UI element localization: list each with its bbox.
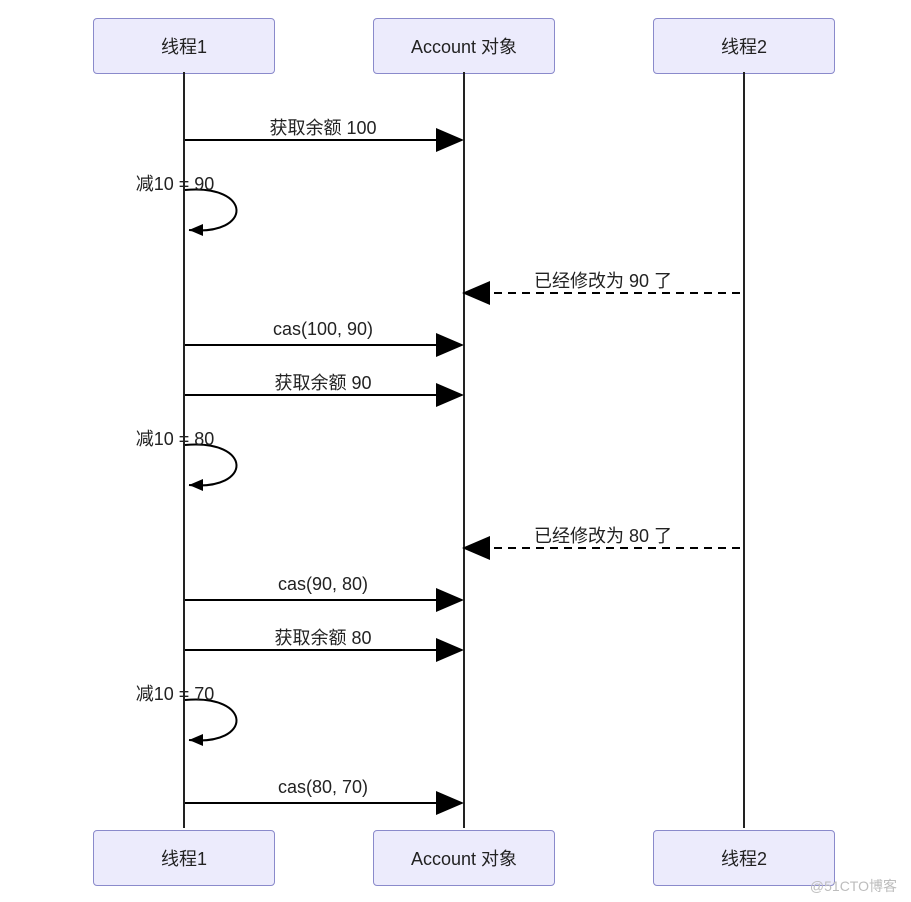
message-label: 获取余额 100 <box>269 114 376 140</box>
message-label: 已经修改为 90 了 <box>534 267 672 293</box>
self-message-label: 减10 = 70 <box>136 680 215 706</box>
watermark-text: @51CTO博客 <box>810 876 897 896</box>
message-label: cas(100, 90) <box>273 319 373 340</box>
message-label: 已经修改为 80 了 <box>534 522 672 548</box>
arrows-layer <box>0 0 911 902</box>
message-label: cas(90, 80) <box>278 574 368 595</box>
self-message-label: 减10 = 90 <box>136 170 215 196</box>
message-label: 获取余额 80 <box>274 624 371 650</box>
sequence-diagram: 线程1 Account 对象 线程2 线程1 Account 对象 线程2 获取… <box>0 0 911 902</box>
message-label: 获取余额 90 <box>274 369 371 395</box>
self-message-label: 减10 = 80 <box>136 425 215 451</box>
message-label: cas(80, 70) <box>278 777 368 798</box>
